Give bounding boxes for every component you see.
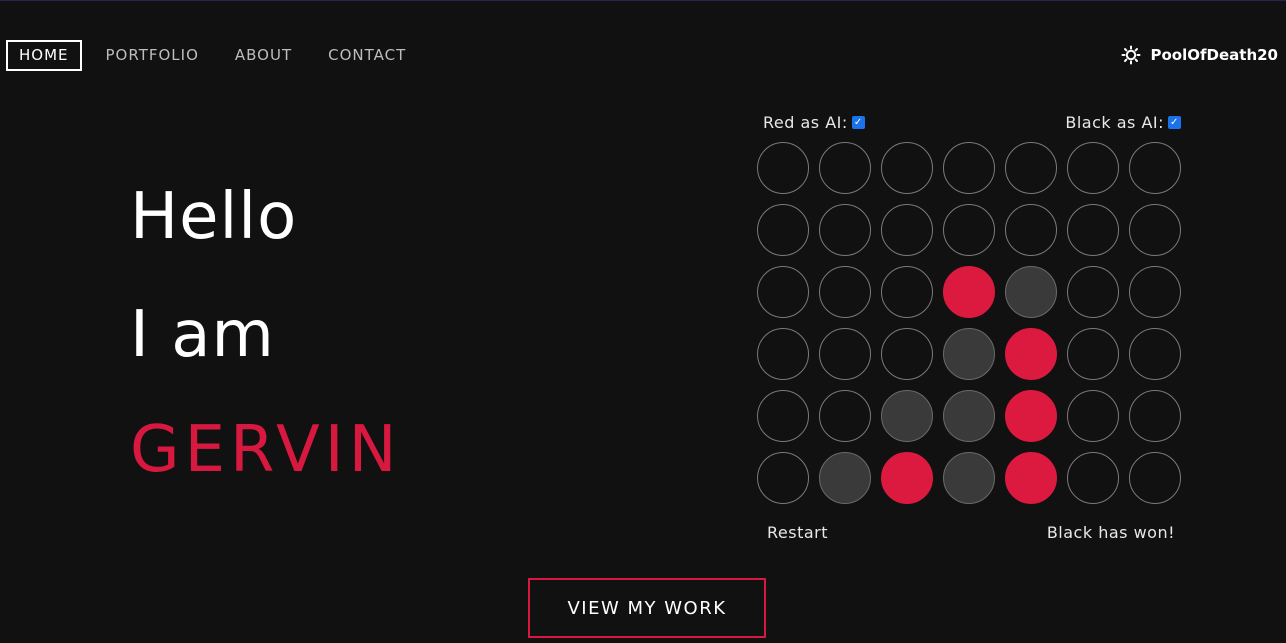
board-cell-r3-c4[interactable] (943, 266, 995, 318)
board-cell-r4-c6[interactable] (1067, 328, 1119, 380)
board-cell-r5-c7[interactable] (1129, 390, 1181, 442)
board-cell-r6-c5[interactable] (1005, 452, 1057, 504)
board-cell-r1-c1[interactable] (757, 142, 809, 194)
board-cell-r6-c2[interactable] (819, 452, 871, 504)
board-cell-r3-c6[interactable] (1067, 266, 1119, 318)
board-cell-r2-c1[interactable] (757, 204, 809, 256)
game-status: Black has won! (1046, 523, 1175, 542)
board-cell-r5-c3[interactable] (881, 390, 933, 442)
red-ai-label: Red as AI: (763, 112, 848, 132)
board-cell-r2-c7[interactable] (1129, 204, 1181, 256)
board-cell-r6-c7[interactable] (1129, 452, 1181, 504)
black-ai-label: Black as AI: (1065, 112, 1164, 132)
board-cell-r1-c7[interactable] (1129, 142, 1181, 194)
board-cell-r3-c7[interactable] (1129, 266, 1181, 318)
board-cell-r1-c3[interactable] (881, 142, 933, 194)
board-cell-r1-c2[interactable] (819, 142, 871, 194)
board-cell-r5-c2[interactable] (819, 390, 871, 442)
user-area: PoolOfDeath20 (1121, 45, 1279, 65)
board-cell-r1-c4[interactable] (943, 142, 995, 194)
board-cell-r3-c1[interactable] (757, 266, 809, 318)
board-cell-r4-c2[interactable] (819, 328, 871, 380)
board-cell-r4-c3[interactable] (881, 328, 933, 380)
board-cell-r2-c6[interactable] (1067, 204, 1119, 256)
game-footer: Restart Black has won! (757, 523, 1181, 542)
board-cell-r6-c4[interactable] (943, 452, 995, 504)
board-cell-r1-c6[interactable] (1067, 142, 1119, 194)
hero-name: GERVIN (130, 413, 402, 487)
username[interactable]: PoolOfDeath20 (1151, 46, 1279, 64)
top-nav: HOME PORTFOLIO ABOUT CONTACT (6, 40, 424, 71)
nav-item-about[interactable]: ABOUT (217, 40, 310, 71)
nav-item-home[interactable]: HOME (6, 40, 82, 71)
board-cell-r4-c4[interactable] (943, 328, 995, 380)
board-cell-r3-c5[interactable] (1005, 266, 1057, 318)
nav-item-contact[interactable]: CONTACT (310, 40, 424, 71)
view-my-work-button[interactable]: VIEW MY WORK (528, 578, 766, 638)
page: HOME PORTFOLIO ABOUT CONTACT PoolOfDeath… (0, 0, 1286, 643)
board-cell-r6-c6[interactable] (1067, 452, 1119, 504)
connect-four-game: Red as AI: ✓ Black as AI: ✓ Restart Blac… (757, 111, 1181, 542)
nav-item-portfolio[interactable]: PORTFOLIO (88, 40, 217, 71)
board-cell-r6-c1[interactable] (757, 452, 809, 504)
restart-button[interactable]: Restart (767, 523, 828, 542)
board-cell-r5-c1[interactable] (757, 390, 809, 442)
board-cell-r5-c5[interactable] (1005, 390, 1057, 442)
board-cell-r4-c1[interactable] (757, 328, 809, 380)
board-cell-r5-c4[interactable] (943, 390, 995, 442)
board-cell-r1-c5[interactable] (1005, 142, 1057, 194)
hero-greeting: Hello (130, 180, 298, 254)
board-cell-r4-c7[interactable] (1129, 328, 1181, 380)
red-ai-toggle: Red as AI: ✓ (763, 113, 865, 132)
sun-icon[interactable] (1121, 45, 1141, 65)
hero-intro: I am (130, 298, 275, 372)
board-cell-r2-c2[interactable] (819, 204, 871, 256)
board-cell-r4-c5[interactable] (1005, 328, 1057, 380)
board-cell-r2-c4[interactable] (943, 204, 995, 256)
ai-controls: Red as AI: ✓ Black as AI: ✓ (757, 111, 1181, 133)
black-ai-checkbox[interactable]: ✓ (1168, 115, 1181, 129)
board-cell-r3-c3[interactable] (881, 266, 933, 318)
board-cell-r2-c3[interactable] (881, 204, 933, 256)
board-cell-r5-c6[interactable] (1067, 390, 1119, 442)
board-cell-r3-c2[interactable] (819, 266, 871, 318)
game-board (757, 142, 1181, 504)
board-cell-r6-c3[interactable] (881, 452, 933, 504)
red-ai-checkbox[interactable]: ✓ (851, 115, 865, 129)
board-cell-r2-c5[interactable] (1005, 204, 1057, 256)
black-ai-toggle: Black as AI: ✓ (1065, 113, 1181, 132)
